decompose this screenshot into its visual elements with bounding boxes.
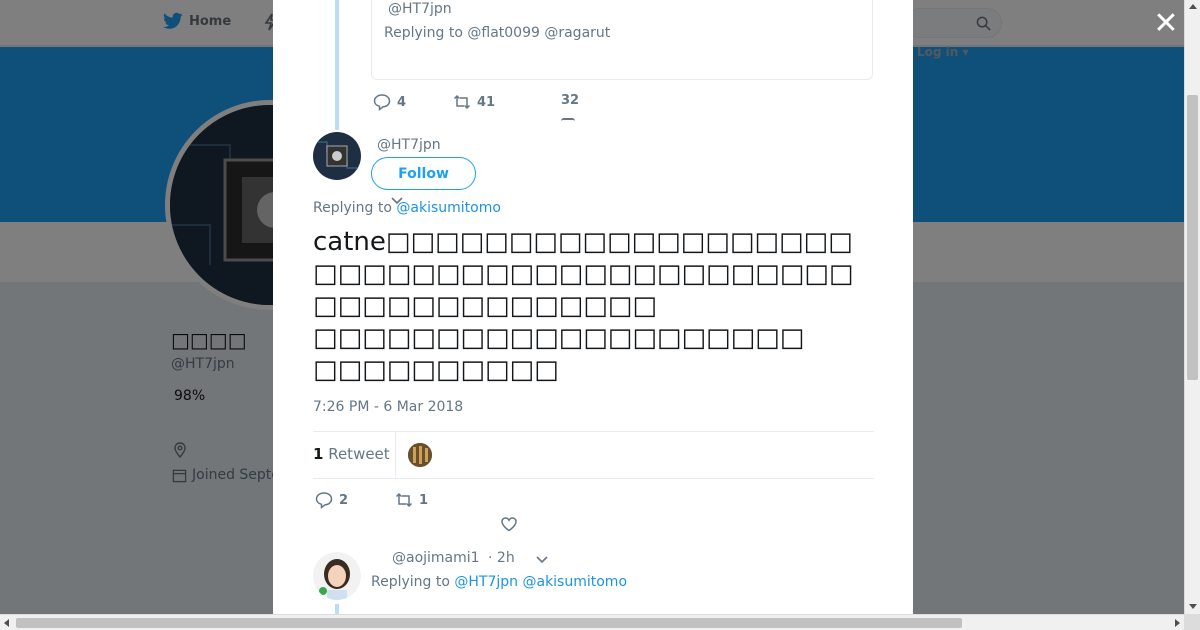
thread-line-top — [335, 0, 339, 130]
main-retweet-action[interactable]: 1 — [395, 491, 428, 509]
retweeter-image — [408, 443, 432, 467]
mention-link-ht7jpn[interactable]: @HT7jpn — [454, 574, 518, 590]
reply-tweet-avatar[interactable] — [313, 552, 361, 600]
reply-icon — [315, 492, 333, 509]
quoted-tweet-card[interactable]: @HT7jpn Replying to @flat0099 @ragarut — [371, 0, 873, 80]
retweet-icon — [453, 94, 471, 110]
like-heart-icon[interactable] — [500, 515, 518, 533]
main-tweet-text: catne□□□□□□□□□□□□□□□□□□□ □□□□□□□□□□□□□ □□… — [313, 227, 853, 385]
quoted-tweet-handle: @HT7jpn — [388, 1, 452, 17]
vertical-scroll-thumb[interactable] — [1187, 95, 1198, 380]
tweet-stats-bar: 1 Retweet — [313, 431, 874, 479]
reply-time[interactable]: · 2h — [488, 550, 515, 566]
close-button[interactable]: ✕ — [1152, 9, 1180, 39]
horizontal-scrollbar[interactable] — [0, 614, 1184, 630]
prev-retweet-action[interactable]: 41 — [453, 93, 495, 111]
reply-user-photo — [313, 552, 361, 600]
quoted-tweet-replying: Replying to @flat0099 @ragarut — [384, 25, 611, 41]
stats-divider — [395, 432, 396, 478]
reply-tweet-handle[interactable]: @aojimami1 · 2h — [392, 550, 515, 566]
scroll-right-arrow[interactable] — [1175, 619, 1180, 627]
prev-like-count: 32 — [561, 93, 580, 108]
main-reply-count: 2 — [339, 492, 349, 508]
main-tweet-handle[interactable]: @HT7jpn — [377, 137, 441, 153]
circuit-board-thumb — [313, 132, 361, 180]
scrollbar-corner — [1184, 614, 1200, 630]
retweet-stat-label: Retweet — [323, 445, 390, 463]
retweet-stat-count: 1 — [313, 445, 324, 463]
retweet-icon — [395, 492, 413, 508]
prev-retweet-count: 41 — [477, 94, 496, 110]
chevron-down-icon[interactable] — [536, 555, 548, 565]
scroll-up-arrow[interactable] — [1189, 4, 1197, 9]
horizontal-scroll-thumb[interactable] — [16, 618, 962, 628]
mention-link-akisumitomo-2[interactable]: @akisumitomo — [522, 574, 627, 590]
follow-button[interactable]: Follow — [371, 157, 476, 190]
mention-link-akisumitomo[interactable]: @akisumitomo — [396, 200, 501, 216]
prev-like-heart-partial — [561, 118, 575, 121]
scroll-left-arrow[interactable] — [4, 619, 9, 627]
replying-prefix: Replying to — [313, 200, 397, 216]
tweet-modal: @HT7jpn Replying to @flat0099 @ragarut 4… — [273, 0, 913, 614]
main-tweet-avatar[interactable] — [313, 132, 361, 180]
thread-line-bottom — [335, 604, 339, 614]
main-retweet-count: 1 — [419, 492, 429, 508]
reply-replying-prefix: Replying to — [371, 574, 455, 590]
prev-reply-action[interactable]: 4 — [373, 93, 406, 111]
retweet-stat[interactable]: 1 Retweet — [313, 445, 390, 463]
main-reply-action[interactable]: 2 — [315, 491, 348, 509]
scroll-down-arrow[interactable] — [1189, 604, 1197, 609]
reply-icon — [373, 94, 391, 111]
vertical-scrollbar[interactable] — [1184, 0, 1200, 614]
reply-tweet-replying: Replying to @HT7jpn @akisumitomo — [371, 574, 627, 590]
retweeter-avatar[interactable] — [408, 443, 432, 467]
prev-reply-count: 4 — [397, 94, 407, 110]
main-tweet-replying: Replying to @akisumitomo — [313, 200, 501, 216]
tweet-timestamp[interactable]: 7:26 PM - 6 Mar 2018 — [313, 399, 463, 415]
prev-like-action[interactable]: 32 — [561, 93, 579, 108]
reply-handle-text: @aojimami1 — [392, 550, 480, 566]
